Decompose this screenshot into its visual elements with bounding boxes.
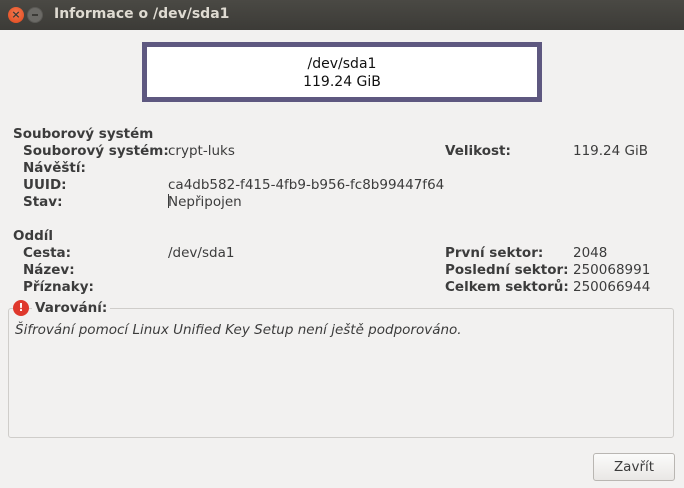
filesystem-type-value: crypt-luks [168,143,235,159]
last-sector-value: 250068991 [573,262,651,278]
device-size: 119.24 GiB [303,74,381,90]
partition-name-label: Název: [23,262,75,278]
state-value: Nepřipojen [168,194,242,210]
last-sector-label: Poslední sektor: [445,262,569,278]
close-button[interactable]: Zavřít [593,453,675,481]
window-minimize-button[interactable] [27,7,43,23]
filesystem-type-label: Souborový systém: [23,143,169,159]
warning-message: Šifrování pomocí Linux Unified Key Setup… [15,322,462,338]
filesystem-label-label: Návěští: [23,160,86,176]
path-label: Cesta: [23,245,72,261]
window-title: Informace o /dev/sda1 [54,6,230,22]
warning-title: Varování: [32,300,111,316]
uuid-value: ca4db582-f415-4fb9-b956-fc8b99447f64 [168,177,445,193]
state-label: Stav: [23,194,63,210]
device-name: /dev/sda1 [307,56,377,72]
flags-label: Příznaky: [23,279,94,295]
first-sector-label: První sektor: [445,245,544,261]
size-value: 119.24 GiB [573,143,649,159]
first-sector-value: 2048 [573,245,608,261]
total-sectors-value: 250066944 [573,279,651,295]
size-label: Velikost: [445,143,511,159]
title-bar: × Informace o /dev/sda1 [0,0,684,30]
partition-section-title: Oddíl [13,228,54,244]
state-value-field: Nepřipojen [168,194,242,210]
uuid-label: UUID: [23,177,67,193]
path-value: /dev/sda1 [168,245,235,261]
device-graphic: /dev/sda1 119.24 GiB [142,42,542,102]
window-close-button[interactable]: × [8,7,24,23]
error-icon: ! [13,300,29,316]
total-sectors-label: Celkem sektorů: [445,279,569,295]
filesystem-section-title: Souborový systém [13,126,154,142]
